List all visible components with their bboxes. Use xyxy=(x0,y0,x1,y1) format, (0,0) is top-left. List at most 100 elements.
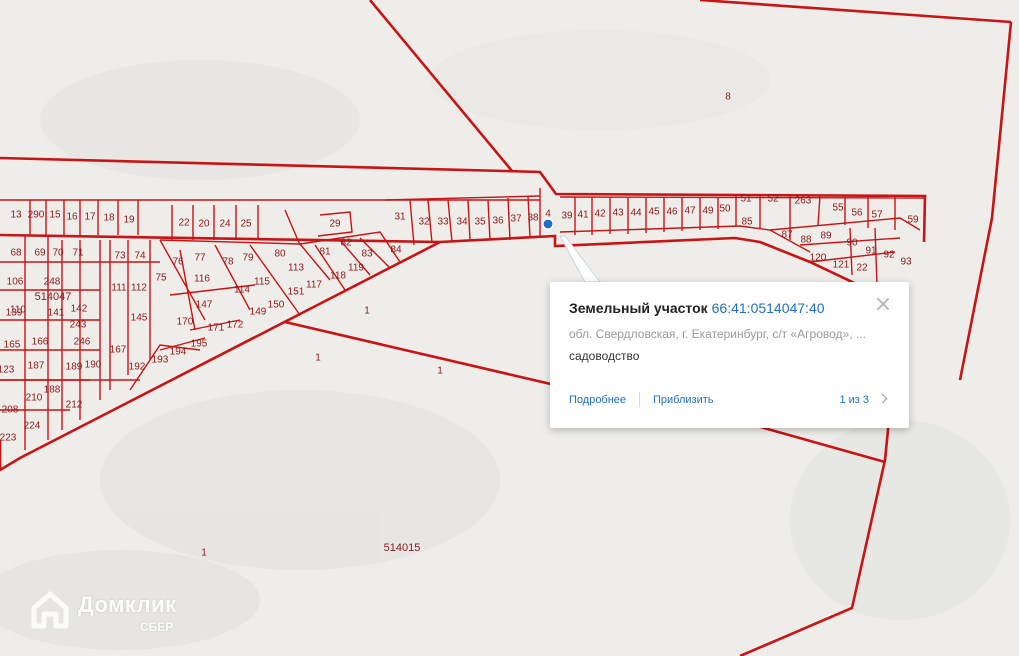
plot-label: 243 xyxy=(70,320,87,331)
plot-label: 16 xyxy=(66,212,78,223)
plot-label: 77 xyxy=(194,253,206,264)
plot-label: 35 xyxy=(474,217,486,228)
plot-label: 50 xyxy=(719,204,731,215)
plot-label: 75 xyxy=(155,273,167,284)
plot-label: 39 xyxy=(561,211,573,222)
plot-label: 69 xyxy=(34,248,46,259)
plot-label: 210 xyxy=(26,393,43,404)
plot-label: 145 xyxy=(131,313,148,324)
plot-label: 22 xyxy=(178,218,190,229)
plot-label: 248 xyxy=(44,277,61,288)
plot-label: 25 xyxy=(240,219,252,230)
plot-label: 121 xyxy=(833,260,850,271)
plot-label: 192 xyxy=(129,362,146,373)
plot-label: 33 xyxy=(437,217,449,228)
plot-label: 56 xyxy=(851,208,863,219)
plot-label: 55 xyxy=(832,203,844,214)
plot-label: 71 xyxy=(72,248,84,259)
cadastral-number[interactable]: 66:41:0514047:40 xyxy=(712,300,825,316)
chevron-right-icon[interactable] xyxy=(877,392,891,406)
block-label: 514015 xyxy=(384,542,421,554)
plot-label: 151 xyxy=(288,287,305,298)
plot-label: 208 xyxy=(2,405,19,416)
plot-label: 91 xyxy=(865,246,877,257)
plot-label: 263 xyxy=(795,196,812,207)
plot-info-popup: Земельный участок 66:41:0514047:40 обл. С… xyxy=(550,282,909,428)
plot-label: 57 xyxy=(871,210,883,221)
plot-label: 29 xyxy=(329,219,341,230)
plot-label: 150 xyxy=(268,300,285,311)
plot-label: 90 xyxy=(846,238,858,249)
logo-name: Домклик xyxy=(78,592,177,617)
plot-label: 166 xyxy=(32,337,49,348)
plot-label: 80 xyxy=(274,249,286,260)
plot-label: 142 xyxy=(71,304,88,315)
zoom-link[interactable]: Приблизить xyxy=(653,394,714,406)
plot-label: 49 xyxy=(702,206,714,217)
plot-label: 189 xyxy=(66,362,83,373)
plot-label: 188 xyxy=(44,385,61,396)
plot-label: 43 xyxy=(612,208,624,219)
zone-label: 1 xyxy=(437,366,443,377)
plot-label: 172 xyxy=(227,320,244,331)
plot-label: 46 xyxy=(666,207,678,218)
plot-label: 79 xyxy=(242,253,254,264)
plot-label: 195 xyxy=(191,339,208,350)
plot-label: 194 xyxy=(170,347,187,358)
popup-pointer xyxy=(559,235,602,283)
plot-label: 115 xyxy=(254,277,270,288)
plot-label: 87 xyxy=(781,230,793,241)
plot-label: 212 xyxy=(66,400,83,411)
plot-label: 15 xyxy=(49,210,61,221)
plot-label: 47 xyxy=(684,206,696,217)
plot-label: 19 xyxy=(123,215,135,226)
plot-label: 114 xyxy=(234,285,250,296)
selected-plot-marker[interactable] xyxy=(542,218,554,230)
plot-label: 81 xyxy=(319,247,331,258)
plot-label: 41 xyxy=(577,210,589,221)
plot-label: 106 xyxy=(7,277,24,288)
plot-label: 224 xyxy=(24,421,41,432)
plot-label: 52 xyxy=(767,194,779,205)
zone-label: 1 xyxy=(315,353,321,364)
plot-label: 167 xyxy=(110,345,127,356)
close-icon[interactable] xyxy=(875,296,891,312)
details-link[interactable]: Подробнее xyxy=(569,394,626,406)
plot-label: 120 xyxy=(810,253,827,264)
plot-label: 78 xyxy=(222,257,234,268)
plot-label: 18 xyxy=(103,213,115,224)
plot-label: 45 xyxy=(648,207,660,218)
plot-label: 187 xyxy=(28,361,45,372)
plot-label: 4 xyxy=(545,209,551,220)
plot-label: 38 xyxy=(527,213,539,224)
zone-label: 1 xyxy=(364,306,370,317)
popup-title: Земельный участок 66:41:0514047:40 xyxy=(569,300,825,316)
plot-label: 37 xyxy=(510,214,522,225)
plot-label: 165 xyxy=(4,340,21,351)
plot-label: 73 xyxy=(114,251,126,262)
logo-sub: СБЕР xyxy=(140,620,174,634)
plot-label: 171 xyxy=(208,323,225,334)
plot-label: 119 xyxy=(348,263,364,274)
plot-label: 123 xyxy=(0,365,15,376)
plot-label: 13 xyxy=(10,210,22,221)
plot-label: 68 xyxy=(10,248,22,259)
plot-label: 70 xyxy=(52,248,64,259)
plot-label: 83 xyxy=(361,249,373,260)
plot-label: 20 xyxy=(198,219,210,230)
plot-label: 223 xyxy=(0,433,17,444)
plot-label: 117 xyxy=(306,280,322,291)
plot-label: 44 xyxy=(630,208,642,219)
plot-label: 92 xyxy=(883,250,895,261)
plot-label: 22 xyxy=(856,263,868,274)
land-use: садоводство xyxy=(569,349,640,363)
plot-label: 74 xyxy=(134,251,146,262)
plot-label: 170 xyxy=(177,317,194,328)
plot-label: 290 xyxy=(28,210,45,221)
popup-title-text: Земельный участок xyxy=(569,300,708,316)
plot-label: 85 xyxy=(741,217,753,228)
plot-label: 113 xyxy=(288,263,304,274)
plot-label: 31 xyxy=(394,212,406,223)
plot-label: 82 xyxy=(340,238,352,249)
plot-label: 88 xyxy=(800,235,812,246)
